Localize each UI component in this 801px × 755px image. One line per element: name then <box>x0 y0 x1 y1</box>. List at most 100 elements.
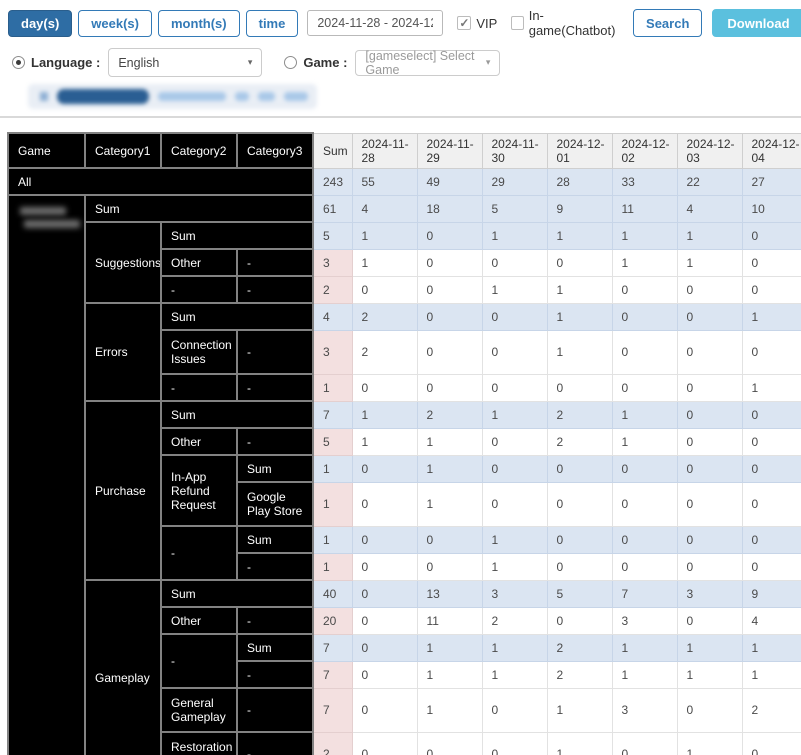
period-button-weeks[interactable]: week(s) <box>78 9 152 37</box>
sum-cell: 20 <box>312 606 353 635</box>
category-cell: Sum <box>84 194 314 223</box>
value-cell: 0 <box>741 731 801 755</box>
value-cell: 1 <box>416 687 483 733</box>
value-cell: 0 <box>676 373 743 402</box>
ingame-chatbot-checkbox[interactable] <box>511 16 524 30</box>
redacted-link[interactable] <box>284 92 308 101</box>
value-cell: 1 <box>481 275 548 304</box>
sum-cell: 7 <box>312 660 353 689</box>
value-cell: 0 <box>351 525 418 554</box>
value-cell: 1 <box>481 525 548 554</box>
category-cell: Other <box>160 427 238 456</box>
value-cell: 3 <box>481 579 548 608</box>
value-cell: 2 <box>546 400 613 429</box>
value-cell: 0 <box>546 481 613 527</box>
value-cell: 22 <box>676 167 743 196</box>
value-cell: 0 <box>546 552 613 581</box>
sum-cell: 3 <box>312 248 353 277</box>
value-cell: 0 <box>741 552 801 581</box>
value-cell: 3 <box>676 579 743 608</box>
game-radio[interactable] <box>284 56 298 69</box>
value-cell: 0 <box>676 552 743 581</box>
category-cell: - <box>160 373 238 402</box>
value-cell: 10 <box>741 194 801 223</box>
value-cell: 0 <box>416 221 483 250</box>
search-button[interactable]: Search <box>633 9 703 37</box>
category-cell: - <box>236 660 314 689</box>
column-header: 2024-12-02 <box>611 132 678 169</box>
table-row: Sum 61 4 18 5 9 11 4 10 <box>7 194 801 755</box>
vip-checkbox[interactable]: ✓ <box>457 16 472 30</box>
column-header: 2024-11-29 <box>416 132 483 169</box>
value-cell: 3 <box>611 687 678 733</box>
value-cell: 0 <box>741 221 801 250</box>
language-radio[interactable] <box>12 56 25 69</box>
period-button-time[interactable]: time <box>245 9 299 37</box>
language-select[interactable]: English ▾ <box>108 48 263 77</box>
redacted-link[interactable] <box>258 92 275 101</box>
value-cell: 0 <box>351 579 418 608</box>
value-cell: 1 <box>741 660 801 689</box>
report-table-wrap: Game Category1 Category2 Category3 Sum 2024-1… <box>7 132 801 755</box>
value-cell: 1 <box>611 427 678 456</box>
value-cell: 1 <box>481 400 548 429</box>
vip-label: VIP <box>476 15 498 31</box>
value-cell: 0 <box>676 481 743 527</box>
period-button-months[interactable]: month(s) <box>158 9 240 37</box>
value-cell: 1 <box>676 731 743 755</box>
value-cell: 0 <box>611 302 678 331</box>
period-button-days[interactable]: day(s) <box>8 9 73 37</box>
value-cell: 1 <box>416 481 483 527</box>
value-cell: 11 <box>611 194 678 223</box>
value-cell: 9 <box>741 579 801 608</box>
category-cell: Sum <box>236 633 314 662</box>
column-header: Game <box>7 132 86 169</box>
redacted-link[interactable] <box>158 92 226 101</box>
column-header: 2024-11-30 <box>481 132 548 169</box>
value-cell: 0 <box>611 329 678 375</box>
sum-cell: 2 <box>312 275 353 304</box>
value-cell: 0 <box>416 731 483 755</box>
value-cell: 0 <box>481 427 548 456</box>
value-cell: 0 <box>351 731 418 755</box>
game-select[interactable]: [gameselect] Select Game ▾ <box>355 49 501 77</box>
table-row: Suggestions Sum 5 1 0 1 1 1 1 0 <box>8 221 801 304</box>
column-header: 2024-12-03 <box>676 132 743 169</box>
value-cell: 1 <box>546 329 613 375</box>
toolbar: day(s) week(s) month(s) time ✓ VIP In-ga… <box>0 0 801 38</box>
value-cell: 7 <box>611 579 678 608</box>
value-cell: 1 <box>611 221 678 250</box>
value-cell: 0 <box>741 400 801 429</box>
redacted-text <box>24 220 80 228</box>
category-cell: - <box>236 275 314 304</box>
redacted-link[interactable] <box>235 92 249 101</box>
section-divider <box>0 116 801 118</box>
value-cell: 0 <box>676 606 743 635</box>
sum-cell: 3 <box>312 329 353 375</box>
value-cell: 0 <box>481 302 548 331</box>
table-row: Errors Sum 4 2 0 0 1 0 0 1 <box>8 302 801 402</box>
value-cell: 0 <box>546 373 613 402</box>
download-button[interactable]: Download <box>712 9 801 37</box>
value-cell: 0 <box>611 275 678 304</box>
redacted-primary-button[interactable] <box>57 89 149 104</box>
value-cell: 0 <box>416 373 483 402</box>
value-cell: 0 <box>416 329 483 375</box>
value-cell: 1 <box>546 731 613 755</box>
value-cell: 13 <box>416 579 483 608</box>
value-cell: 0 <box>741 427 801 456</box>
value-cell: 1 <box>351 427 418 456</box>
category-cell: Sum <box>160 579 314 608</box>
value-cell: 0 <box>481 454 548 483</box>
value-cell: 0 <box>416 525 483 554</box>
value-cell: 9 <box>546 194 613 223</box>
value-cell: 1 <box>611 660 678 689</box>
date-range-input[interactable] <box>307 10 444 36</box>
value-cell: 1 <box>741 373 801 402</box>
value-cell: 0 <box>351 454 418 483</box>
value-cell: 0 <box>481 481 548 527</box>
category-cell: - <box>236 248 314 277</box>
value-cell: 0 <box>546 525 613 554</box>
value-cell: 1 <box>481 552 548 581</box>
category-cell: Other <box>160 248 238 277</box>
